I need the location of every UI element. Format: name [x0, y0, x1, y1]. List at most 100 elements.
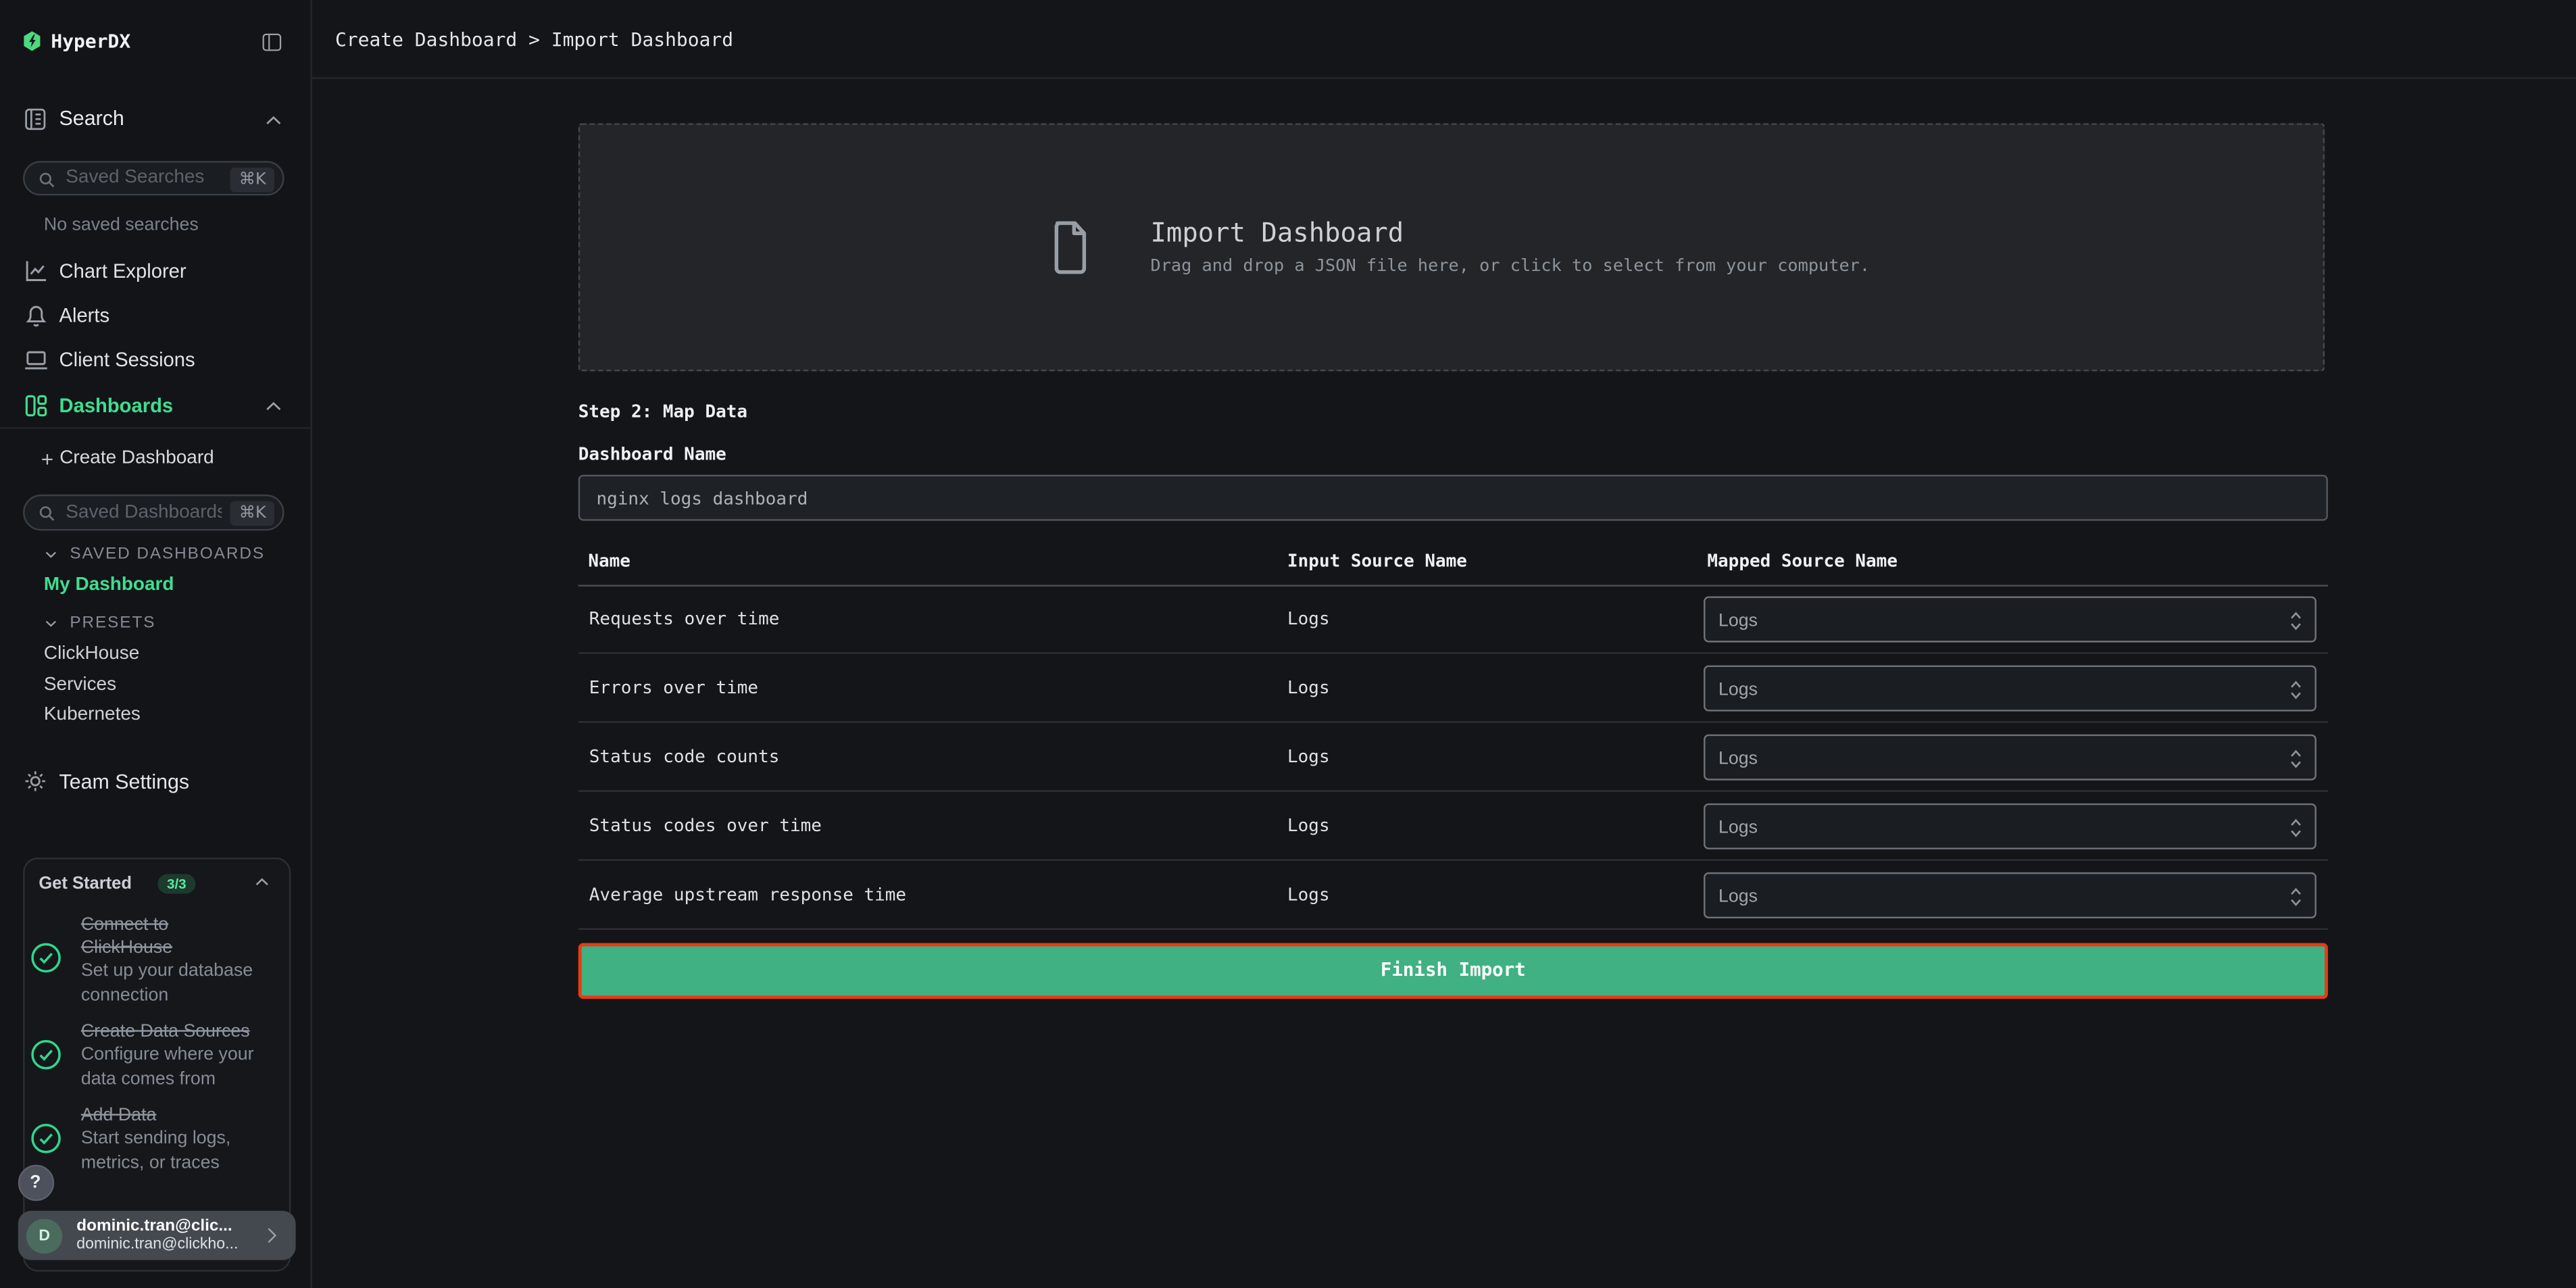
- select-value: Logs: [1718, 888, 1758, 906]
- group-label: SAVED DASHBOARDS: [70, 547, 265, 564]
- sidebar-item-kubernetes[interactable]: Kubernetes: [44, 706, 141, 725]
- mapped-source-select[interactable]: Logs: [1704, 596, 2316, 642]
- select-updown-icon: [2288, 885, 2303, 908]
- sidebar-item-client-sessions[interactable]: Client Sessions: [0, 338, 312, 382]
- sidebar-item-alerts[interactable]: Alerts: [0, 294, 312, 339]
- tile-name: Status codes over time: [589, 818, 822, 835]
- topbar: Create Dashboard > Import Dashboard: [312, 0, 2576, 79]
- user-email-secondary: dominic.tran@clickho...: [76, 1237, 238, 1253]
- group-label: PRESETS: [70, 616, 155, 633]
- sidebar-item-label: Chart Explorer: [59, 262, 187, 281]
- task-desc-line: Start sending logs,: [81, 1128, 231, 1151]
- hyperdx-logo-icon: [23, 31, 41, 51]
- table-row: Status codes over time Logs Logs: [578, 792, 2328, 861]
- chevron-right-icon: [266, 1228, 278, 1244]
- bell-icon: [23, 302, 49, 328]
- avatar: D: [27, 1218, 62, 1254]
- search-icon: [38, 170, 56, 189]
- app-title: HyperDX: [51, 32, 130, 51]
- task-title-line: Add Data: [81, 1104, 231, 1128]
- sidebar-divider: [0, 428, 312, 429]
- gear-icon: [23, 768, 47, 793]
- mapped-source-select[interactable]: Logs: [1704, 666, 2316, 712]
- check-circle-icon: [29, 941, 62, 974]
- task-desc-line: data comes from: [81, 1068, 254, 1091]
- input-source-value: Logs: [1287, 679, 1330, 697]
- select-updown-icon: [2288, 816, 2303, 839]
- column-header-input-source: Input Source Name: [1287, 553, 1467, 571]
- dashboards-icon: [23, 393, 49, 419]
- saved-searches-input[interactable]: [66, 162, 222, 193]
- column-header-mapped-source: Mapped Source Name: [1707, 553, 1898, 571]
- input-source-value: Logs: [1287, 887, 1330, 904]
- select-value: Logs: [1718, 681, 1758, 699]
- group-saved-dashboards[interactable]: SAVED DASHBOARDS: [0, 541, 312, 567]
- breadcrumb[interactable]: Create Dashboard > Import Dashboard: [335, 30, 733, 49]
- check-circle-icon: [29, 1039, 62, 1072]
- sidebar-item-clickhouse[interactable]: ClickHouse: [44, 646, 139, 665]
- task-title-line: Create Data Sources: [81, 1020, 254, 1044]
- tile-name: Status code counts: [589, 749, 780, 766]
- chevron-down-icon: [43, 550, 56, 558]
- laptop-icon: [23, 346, 49, 372]
- mapped-source-select[interactable]: Logs: [1704, 735, 2316, 781]
- shortcut-badge: ⌘K: [230, 167, 274, 191]
- sidebar-item-dashboards[interactable]: Dashboards: [0, 384, 312, 428]
- input-source-value: Logs: [1287, 749, 1330, 766]
- task-title-line: ClickHouse: [81, 937, 253, 960]
- chevron-down-icon: [43, 619, 56, 627]
- search-section-icon: [23, 107, 47, 131]
- plus-icon: +: [41, 447, 53, 469]
- sidebar-section-search[interactable]: Search: [59, 109, 124, 129]
- column-header-name: Name: [588, 553, 630, 571]
- mapped-source-select[interactable]: Logs: [1704, 872, 2316, 918]
- dashboard-name-input[interactable]: [578, 475, 2328, 521]
- dropzone-title: Import Dashboard: [1151, 220, 1404, 246]
- app-window: HyperDX Search ⌘K No saved searches: [0, 0, 2576, 1288]
- dropzone-subtitle: Drag and drop a JSON file here, or click…: [1151, 258, 1871, 275]
- select-updown-icon: [2288, 747, 2303, 770]
- saved-dashboards-input-wrap: ⌘K: [23, 495, 284, 530]
- sidebar-item-chart-explorer[interactable]: Chart Explorer: [0, 250, 312, 295]
- group-presets[interactable]: PRESETS: [0, 610, 312, 636]
- no-saved-searches-text: No saved searches: [44, 218, 199, 236]
- shortcut-badge: ⌘K: [230, 501, 274, 525]
- task-desc-line: metrics, or traces: [81, 1151, 231, 1175]
- help-button[interactable]: ?: [18, 1165, 53, 1201]
- get-started-title: Get Started: [39, 876, 132, 894]
- tile-name: Requests over time: [589, 610, 780, 628]
- table-row: Average upstream response time Logs Logs: [578, 861, 2328, 930]
- sidebar-item-label: Dashboards: [59, 395, 174, 415]
- sidebar-item-my-dashboard[interactable]: My Dashboard: [44, 576, 174, 595]
- sidebar-item-label: Client Sessions: [59, 349, 195, 369]
- mapped-source-select[interactable]: Logs: [1704, 803, 2316, 849]
- user-email-primary: dominic.tran@clic...: [76, 1219, 232, 1235]
- chevron-up-icon[interactable]: [264, 114, 282, 126]
- sidebar-item-services[interactable]: Services: [44, 676, 116, 695]
- create-dashboard-button[interactable]: + Create Dashboard: [0, 437, 312, 480]
- table-row: Errors over time Logs Logs: [578, 654, 2328, 723]
- import-dropzone[interactable]: Import Dashboard Drag and drop a JSON fi…: [578, 122, 2325, 370]
- tile-name: Errors over time: [589, 679, 758, 697]
- table-row: Requests over time Logs Logs: [578, 585, 2328, 653]
- sidebar-item-team-settings[interactable]: Team Settings: [0, 759, 312, 803]
- search-icon: [38, 505, 56, 523]
- create-dashboard-label: Create Dashboard: [59, 449, 214, 468]
- chevron-up-icon[interactable]: [254, 877, 269, 887]
- dashboard-name-label: Dashboard Name: [578, 447, 726, 465]
- saved-dashboards-input[interactable]: [66, 496, 222, 527]
- finish-import-button[interactable]: Finish Import: [578, 943, 2328, 999]
- user-account-button[interactable]: D dominic.tran@clic... dominic.tran@clic…: [18, 1212, 295, 1260]
- get-started-progress-badge: 3/3: [157, 873, 196, 893]
- select-updown-icon: [2288, 610, 2303, 633]
- select-value: Logs: [1718, 750, 1758, 768]
- task-desc-line: Set up your database: [81, 960, 253, 984]
- table-row: Status code counts Logs Logs: [578, 723, 2328, 792]
- select-updown-icon: [2288, 678, 2303, 701]
- check-circle-icon: [29, 1122, 62, 1156]
- task-desc-line: connection: [81, 984, 253, 1008]
- input-source-value: Logs: [1287, 818, 1330, 835]
- sidebar-collapse-icon[interactable]: [260, 32, 282, 51]
- chevron-up-icon: [264, 400, 282, 412]
- select-value: Logs: [1718, 612, 1758, 630]
